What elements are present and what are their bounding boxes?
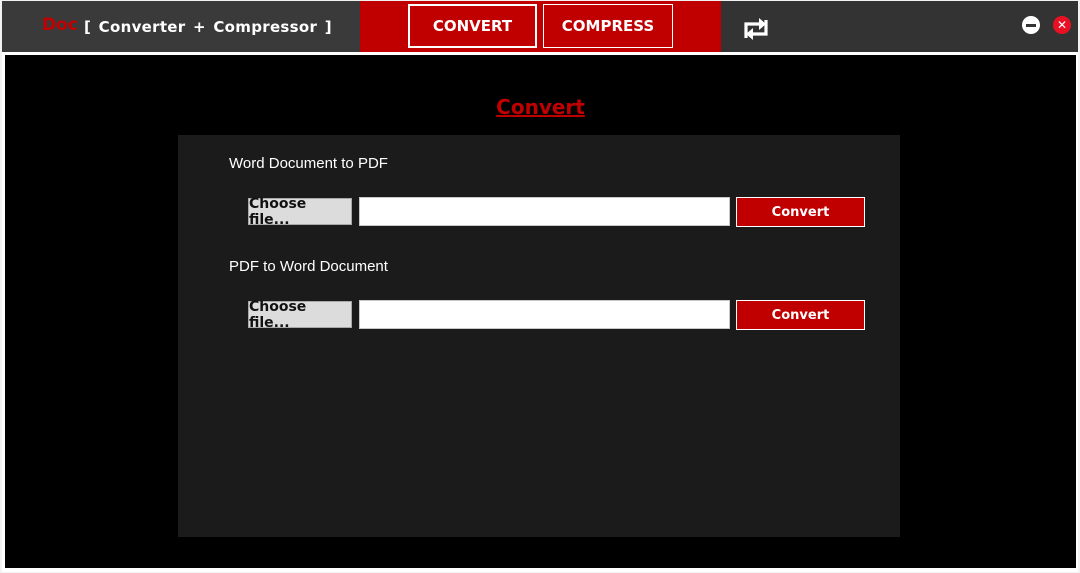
choose-file-button-pdf[interactable]: Choose file... [248, 299, 352, 331]
brand-area: Doc [ Converter + Compressor ] [2, 1, 360, 52]
brand-prefix: Doc [42, 15, 78, 35]
convert-word-button[interactable]: Convert [736, 197, 865, 227]
page-title: Convert [496, 95, 585, 119]
minimize-icon[interactable] [1022, 16, 1040, 34]
pdf-to-word-label: PDF to Word Document [229, 258, 388, 275]
main-content: Convert Word Document to PDF Choose file… [5, 55, 1076, 568]
choose-file-button-word[interactable]: Choose file... [248, 196, 352, 228]
pdf-file-path-input[interactable] [359, 300, 730, 329]
word-to-pdf-label: Word Document to PDF [229, 155, 388, 172]
word-file-path-input[interactable] [359, 197, 730, 226]
title-bar: Doc [ Converter + Compressor ] CONVERT C… [2, 1, 1078, 52]
app-window: Doc [ Converter + Compressor ] CONVERT C… [2, 1, 1078, 572]
compress-tab[interactable]: COMPRESS [543, 4, 673, 48]
nav-bar: CONVERT COMPRESS [360, 1, 721, 52]
convert-pdf-button[interactable]: Convert [736, 300, 865, 330]
convert-tab[interactable]: CONVERT [408, 4, 537, 48]
conversion-panel: Word Document to PDF Choose file... Conv… [178, 135, 900, 537]
brand-title: [ Converter + Compressor ] [84, 18, 332, 36]
close-icon[interactable]: ✕ [1053, 16, 1071, 34]
refresh-icon[interactable] [738, 13, 774, 45]
